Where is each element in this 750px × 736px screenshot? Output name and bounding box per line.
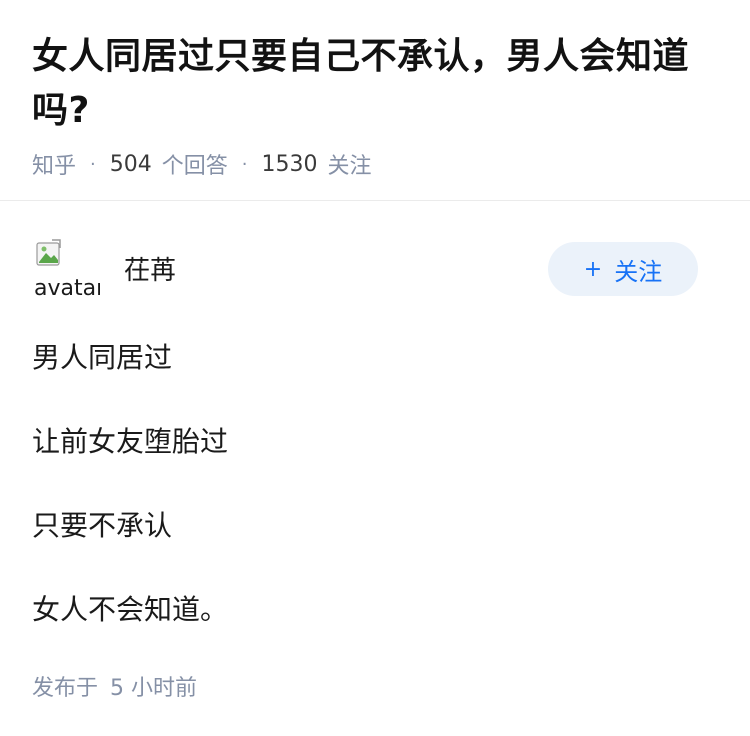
answer-paragraph: 男人同居过	[32, 341, 173, 374]
publish-time-value: 5 小时前	[110, 676, 198, 701]
author-name[interactable]: 茌苒	[124, 250, 176, 287]
follower-count: 1530	[261, 151, 318, 177]
answer-count: 504	[109, 151, 152, 177]
publish-time: 发布于 5 小时前	[32, 670, 197, 702]
separator-dot: ·	[241, 153, 248, 175]
publish-prefix: 发布于	[32, 676, 99, 701]
question-meta: 知乎 · 504 个回答 · 1530 关注	[32, 148, 722, 180]
follower-count-label: 关注	[327, 154, 372, 179]
source-label[interactable]: 知乎	[32, 148, 76, 180]
answer-paragraph: 女人不会知道。	[32, 593, 229, 626]
author-row: avatar 茌苒 + 关注	[32, 236, 698, 300]
answer-paragraph: 只要不承认	[32, 509, 173, 542]
question-title[interactable]: 女人同居过只要自己不承认，男人会知道吗?	[32, 30, 722, 138]
question-header: 女人同居过只要自己不承认，男人会知道吗? 知乎 · 504 个回答 · 1530…	[32, 30, 722, 180]
follow-button-label: 关注	[614, 257, 663, 286]
separator-dot: ·	[90, 153, 96, 175]
avatar[interactable]: avatar	[32, 236, 100, 300]
answer-body: 男人同居过 让前女友堕胎过 只要不承认 女人不会知道。	[32, 338, 722, 674]
broken-image-icon	[36, 239, 61, 266]
divider	[0, 200, 750, 201]
follow-button[interactable]: + 关注	[548, 242, 698, 296]
answer-paragraph: 让前女友堕胎过	[32, 425, 229, 458]
avatar-alt-text: avatar	[34, 276, 100, 300]
answer-count-label: 个回答	[161, 154, 228, 179]
plus-icon: +	[583, 256, 603, 282]
